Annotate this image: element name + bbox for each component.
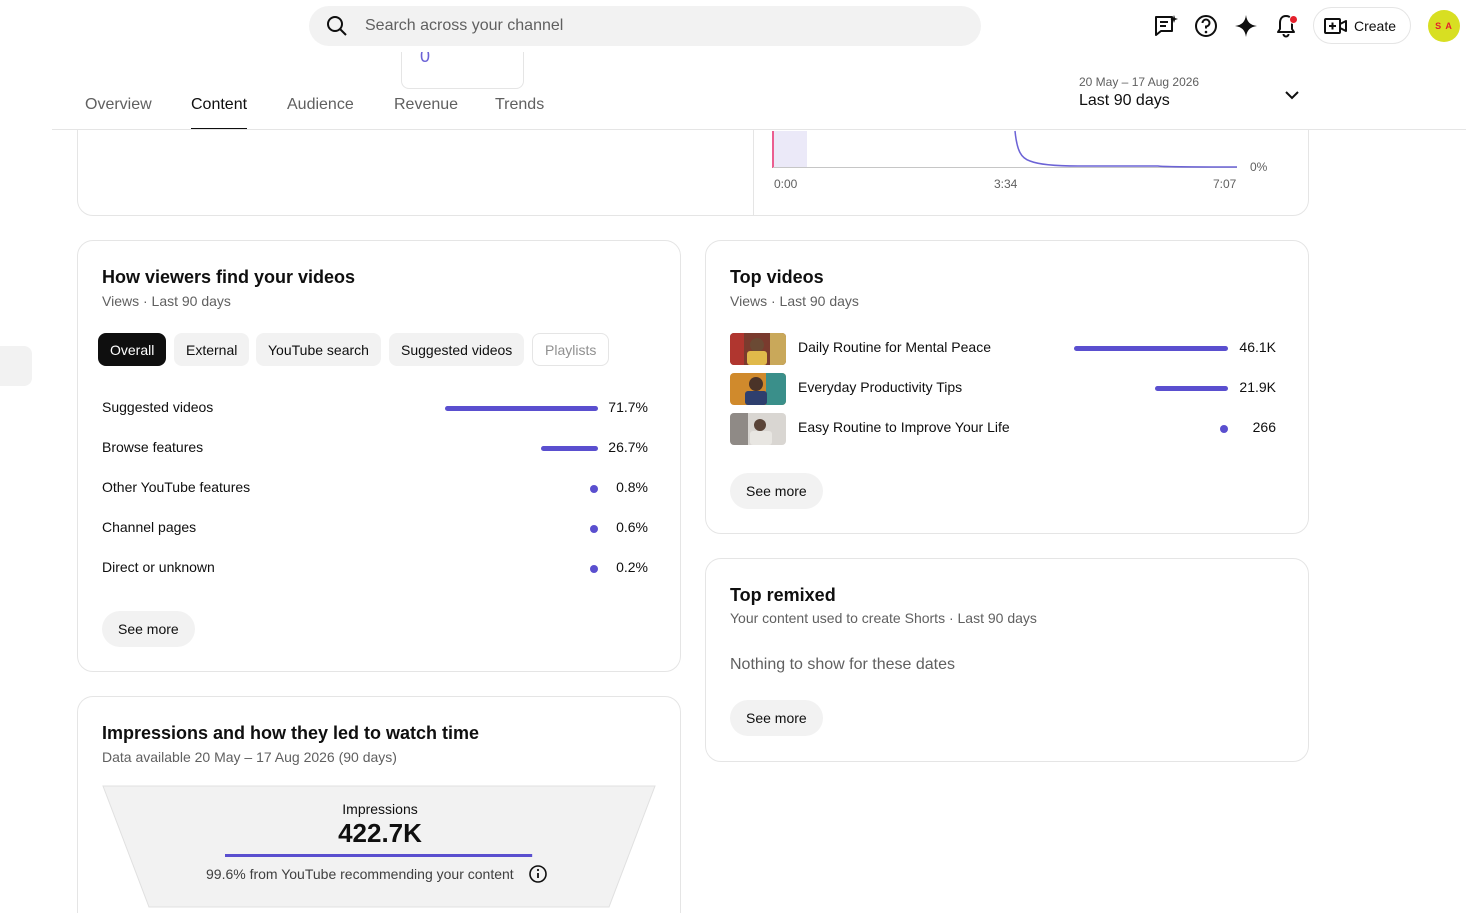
impressions-card: Impressions and how they led to watch ti…: [77, 696, 681, 913]
impressions-progress-fill: [225, 854, 532, 857]
search-input[interactable]: [365, 6, 965, 46]
impressions-progress-track: [225, 854, 533, 857]
tab-bar: 0 Overview Content Audience Revenue Tren…: [0, 46, 1466, 130]
traffic-row-label: Other YouTube features: [102, 479, 251, 495]
search-bar[interactable]: [309, 6, 981, 46]
traffic-row-dot: [590, 485, 598, 493]
video-views-bar: [1074, 346, 1228, 351]
top-bar: Create S A: [0, 0, 1466, 52]
tab-overview[interactable]: Overview: [85, 96, 152, 130]
create-button[interactable]: Create: [1313, 7, 1411, 44]
video-row[interactable]: Everyday Productivity Tips 21.9K: [798, 379, 1276, 399]
top-remixed-card: Top remixed Your content used to create …: [705, 558, 1309, 762]
traffic-row-value: 26.7%: [608, 439, 648, 455]
tab-trends[interactable]: Trends: [495, 96, 544, 130]
avatar[interactable]: S A: [1428, 10, 1460, 42]
video-views-dot: [1220, 425, 1228, 433]
video-views: 21.9K: [1239, 379, 1276, 395]
video-row[interactable]: Daily Routine for Mental Peace 46.1K: [798, 339, 1276, 359]
video-title: Easy Routine to Improve Your Life: [798, 419, 1010, 435]
traffic-sources-card: How viewers find your videos Views · Las…: [77, 240, 681, 672]
tooltip-card: 0: [401, 46, 524, 89]
video-thumbnail[interactable]: [730, 333, 786, 365]
traffic-row-value: 0.2%: [616, 559, 648, 575]
top-videos-see-more-button[interactable]: See more: [730, 473, 823, 509]
video-row[interactable]: Easy Routine to Improve Your Life 266: [798, 419, 1276, 439]
video-views-bar: [1155, 386, 1228, 391]
feedback-icon[interactable]: [1152, 12, 1180, 40]
y-tick-0: 0%: [1250, 160, 1268, 174]
traffic-row[interactable]: Suggested videos 71.7%: [102, 399, 648, 419]
retention-line: [1014, 130, 1238, 168]
video-views: 46.1K: [1239, 339, 1276, 355]
traffic-row-label: Browse features: [102, 439, 204, 455]
traffic-row-value: 0.8%: [616, 479, 648, 495]
help-icon[interactable]: [1192, 12, 1220, 40]
video-thumbnail[interactable]: [730, 413, 786, 445]
chip-suggested-videos[interactable]: Suggested videos: [389, 333, 525, 366]
video-title: Everyday Productivity Tips: [798, 379, 963, 395]
top-remixed-see-more-button[interactable]: See more: [730, 700, 823, 736]
info-icon[interactable]: [528, 864, 548, 884]
traffic-see-more-button[interactable]: See more: [102, 611, 195, 647]
traffic-row-label: Channel pages: [102, 519, 197, 535]
impressions-subtitle: Data available 20 May – 17 Aug 2026 (90 …: [102, 749, 397, 765]
video-thumbnail[interactable]: [730, 373, 786, 405]
traffic-row-label: Suggested videos: [102, 399, 214, 415]
traffic-row-bar: [445, 406, 598, 411]
search-icon[interactable]: [325, 14, 349, 38]
impressions-value: 422.7K: [338, 818, 422, 848]
tab-revenue[interactable]: Revenue: [394, 96, 458, 130]
chip-youtube-search[interactable]: YouTube search: [256, 333, 381, 366]
chip-playlists[interactable]: Playlists: [532, 333, 610, 366]
traffic-row-label: Direct or unknown: [102, 559, 215, 575]
retention-highlight: [774, 131, 807, 167]
traffic-row[interactable]: Other YouTube features 0.8%: [102, 479, 648, 499]
top-remixed-subtitle: Your content used to create Shorts · Las…: [730, 610, 1037, 626]
video-camera-plus-icon: [1324, 18, 1347, 34]
impressions-note: 99.6% from YouTube recommending your con…: [206, 866, 514, 882]
impressions-title: Impressions and how they led to watch ti…: [102, 723, 480, 743]
x-tick-1: 3:34: [994, 177, 1018, 191]
traffic-row-bar: [541, 446, 598, 451]
x-tick-0: 0:00: [774, 177, 798, 191]
notification-badge: [1289, 15, 1298, 24]
traffic-row[interactable]: Browse features 26.7%: [102, 439, 648, 459]
retention-chart: 0:00 3:34 7:07 0%: [772, 130, 1268, 191]
chip-overall[interactable]: Overall: [98, 333, 167, 366]
top-videos-subtitle: Views · Last 90 days: [730, 293, 859, 309]
traffic-row[interactable]: Channel pages 0.6%: [102, 519, 648, 539]
chevron-down-icon[interactable]: [1282, 85, 1302, 105]
sparkle-icon[interactable]: [1232, 12, 1260, 40]
create-label: Create: [1354, 18, 1397, 34]
chip-external[interactable]: External: [174, 333, 250, 366]
traffic-subtitle: Views · Last 90 days: [102, 293, 231, 309]
top-videos-card: Top videos Views · Last 90 days Daily Ro…: [705, 240, 1309, 534]
traffic-row-value: 71.7%: [608, 399, 648, 415]
top-remixed-title: Top remixed: [730, 585, 836, 605]
traffic-row-dot: [590, 525, 598, 533]
video-views: 266: [1252, 419, 1276, 435]
video-title: Daily Routine for Mental Peace: [798, 339, 991, 355]
x-tick-2: 7:07: [1213, 177, 1237, 191]
tab-content[interactable]: Content: [191, 96, 248, 130]
top-videos-title: Top videos: [730, 267, 824, 287]
sidebar-handle[interactable]: [0, 346, 32, 386]
date-range-label[interactable]: Last 90 days: [1079, 92, 1170, 110]
notifications-icon[interactable]: [1272, 12, 1300, 40]
tab-audience[interactable]: Audience: [287, 96, 354, 130]
traffic-title: How viewers find your videos: [102, 267, 356, 287]
traffic-row-dot: [590, 565, 598, 573]
impressions-label: Impressions: [342, 801, 418, 817]
traffic-row[interactable]: Direct or unknown 0.2%: [102, 559, 648, 579]
traffic-row-value: 0.6%: [616, 519, 648, 535]
empty-state-message: Nothing to show for these dates: [730, 656, 956, 673]
date-range-dates[interactable]: 20 May – 17 Aug 2026: [1079, 75, 1199, 89]
